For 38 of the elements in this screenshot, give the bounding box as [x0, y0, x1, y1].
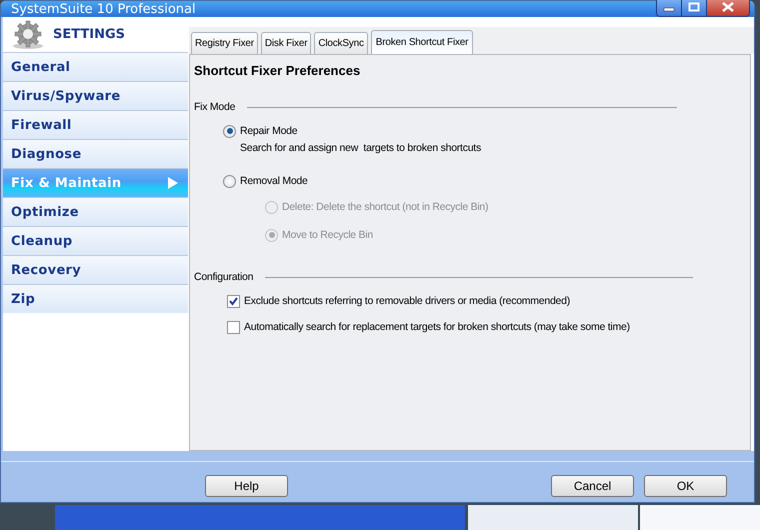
panel-title: Shortcut Fixer Preferences	[193, 62, 362, 80]
minimize-button[interactable]	[657, 0, 682, 16]
option-label: Automatically search for replacement targets for broken shortcuts (may take some time)	[244, 321, 630, 334]
sidebar-item[interactable]: Optimize	[3, 197, 188, 226]
checkbox[interactable]	[227, 320, 240, 334]
section-title: Configuration	[194, 271, 254, 284]
sidebar-item[interactable]: Firewall	[3, 110, 188, 140]
sidebar-item[interactable]: General	[3, 52, 188, 82]
tab[interactable]: Registry Fixer	[191, 32, 258, 54]
sidebar-item[interactable]: Cleanup	[3, 226, 188, 256]
option-label: Removal Mode	[240, 175, 308, 188]
radio-button[interactable]	[223, 174, 236, 188]
option-label: Repair Mode	[240, 125, 298, 138]
window-title: SystemSuite 10 Professional	[11, 2, 197, 17]
checkbox[interactable]	[227, 294, 240, 308]
sidebar-item[interactable]: Recovery	[3, 255, 188, 284]
tab[interactable]: Broken Shortcut Fixer	[370, 30, 474, 56]
sidebar-item[interactable]: Virus/Spyware	[3, 81, 188, 110]
arrow-icon	[168, 177, 178, 190]
tab[interactable]: ClockSync	[314, 32, 368, 54]
ok-button[interactable]: OK	[644, 475, 727, 498]
sidebar-item[interactable]: Diagnose	[3, 139, 188, 168]
tab[interactable]: Disk Fixer	[260, 32, 312, 54]
help-button[interactable]: Help	[205, 475, 288, 498]
section-title: Fix Mode	[194, 101, 236, 114]
radio-button[interactable]	[223, 124, 236, 138]
option-label: Move to Recycle Bin	[282, 229, 373, 242]
maximize-icon	[688, 2, 700, 12]
option-label: Delete: Delete the shortcut (not in Recycle Bin)	[282, 201, 488, 214]
cancel-button[interactable]: Cancel	[551, 475, 634, 498]
sidebar-item[interactable]: Zip	[3, 284, 188, 314]
close-icon	[722, 2, 734, 12]
option-description: Search for and assign new targets to broken shortcuts	[240, 142, 482, 154]
option-label: Exclude shortcuts referring to removable drivers or media (recommended)	[244, 295, 570, 308]
sidebar-title: SETTINGS	[53, 27, 126, 42]
maximize-button[interactable]	[682, 0, 707, 16]
close-button[interactable]	[707, 0, 749, 16]
gear-icon	[11, 20, 45, 50]
